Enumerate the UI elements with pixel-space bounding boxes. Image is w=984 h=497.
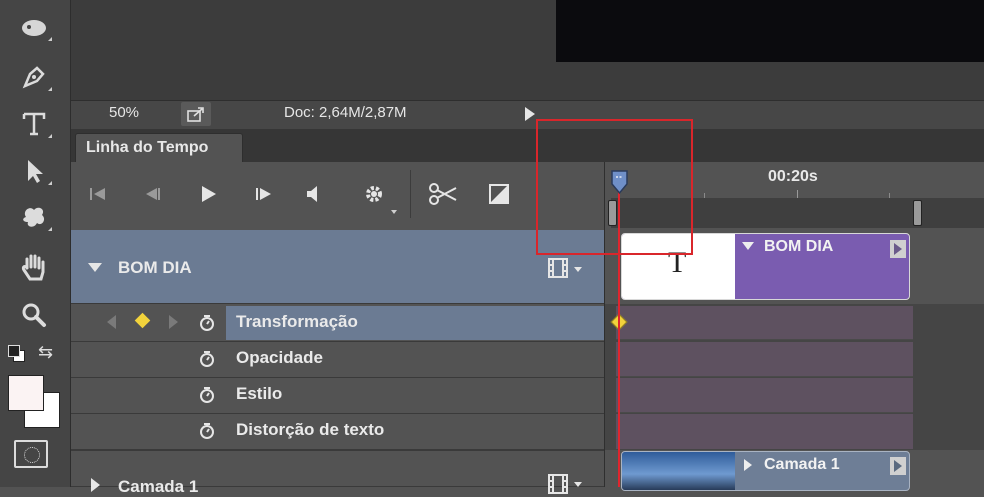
layer-row-camada-1[interactable]: Camada 1 <box>71 450 604 496</box>
document-size: Doc: 2,64M/2,87M <box>284 104 407 121</box>
zoom-level[interactable]: 50% <box>109 104 139 121</box>
split-at-playhead-button[interactable] <box>428 182 458 206</box>
history-brush-icon <box>22 20 46 36</box>
property-row-opacidade[interactable]: Opacidade <box>71 342 604 378</box>
stopwatch-icon[interactable] <box>198 314 216 332</box>
layer-row-bom-dia[interactable]: BOM DIA <box>71 230 604 304</box>
clip-menu-icon <box>894 243 902 255</box>
transition-button[interactable] <box>487 182 511 206</box>
property-label: Distorção de texto <box>236 420 385 439</box>
hand-tool[interactable] <box>14 250 54 284</box>
film-dropdown-icon[interactable] <box>574 482 582 487</box>
settings-dropdown-icon[interactable] <box>391 210 397 214</box>
property-row-transformacao[interactable]: Transformação <box>71 304 604 342</box>
track-distorcao[interactable] <box>616 414 913 449</box>
shape-splat-icon <box>23 207 45 227</box>
magnifier-icon <box>22 303 46 327</box>
first-frame-icon <box>90 188 105 200</box>
clip-camada-1[interactable]: Camada 1 <box>621 451 910 491</box>
hand-icon <box>21 254 45 281</box>
path-selection-tool[interactable] <box>14 154 54 188</box>
ruler-tick <box>889 193 890 198</box>
stopwatch-icon[interactable] <box>198 350 216 368</box>
layer-name: Camada 1 <box>118 477 199 496</box>
previous-keyframe-icon[interactable] <box>107 315 116 329</box>
previous-frame-button[interactable] <box>140 182 164 206</box>
next-frame-button[interactable] <box>252 182 276 206</box>
track-estilo[interactable] <box>616 378 913 413</box>
time-label: 00:20s <box>768 168 818 185</box>
clip-label: BOM DIA <box>764 238 834 255</box>
tab-timeline-label: Linha do Tempo <box>86 139 209 156</box>
scissors-icon <box>429 183 457 205</box>
quick-mask-button[interactable] <box>14 440 48 468</box>
annotation-highlight-box <box>536 119 693 255</box>
property-label: Transformação <box>236 312 358 331</box>
track-transformacao[interactable] <box>616 306 913 340</box>
clip-expand-icon[interactable] <box>742 242 754 250</box>
play-icon <box>202 186 216 202</box>
transition-icon <box>489 184 509 204</box>
quick-mask-icon <box>24 447 40 463</box>
mute-audio-button[interactable] <box>302 182 326 206</box>
film-dropdown-icon[interactable] <box>574 267 582 272</box>
type-tool[interactable] <box>14 107 54 141</box>
tools-panel: ⇆ <box>0 0 71 487</box>
swap-colors-icon[interactable]: ⇆ <box>38 342 60 362</box>
gear-icon <box>366 186 382 202</box>
type-icon <box>22 112 46 136</box>
pen-tool[interactable] <box>14 60 54 94</box>
export-button[interactable] <box>181 102 211 126</box>
ruler-tick <box>704 193 705 198</box>
stopwatch-icon[interactable] <box>198 386 216 404</box>
property-row-distorcao[interactable]: Distorção de texto <box>71 414 604 450</box>
playback-settings-button[interactable] <box>362 182 386 206</box>
next-keyframe-icon[interactable] <box>169 315 178 329</box>
status-bar: 50% Doc: 2,64M/2,87M <box>71 100 984 130</box>
go-to-first-frame-button[interactable] <box>86 182 110 206</box>
track-opacidade[interactable] <box>616 342 913 377</box>
history-brush-tool[interactable] <box>14 10 54 44</box>
film-strip-icon[interactable] <box>547 257 569 279</box>
keyframe-diamond-icon[interactable] <box>134 312 151 329</box>
clip-menu-button[interactable] <box>890 240 906 258</box>
tab-timeline[interactable]: Linha do Tempo <box>75 133 243 162</box>
play-button[interactable] <box>196 182 220 206</box>
zoom-tool[interactable] <box>14 298 54 332</box>
export-icon <box>187 107 204 122</box>
expand-triangle-icon[interactable] <box>88 263 102 272</box>
clip-menu-button[interactable] <box>890 457 906 475</box>
clip-label: Camada 1 <box>764 456 840 473</box>
previous-frame-icon <box>146 188 160 200</box>
default-colors-icon[interactable] <box>7 344 27 362</box>
property-label: Opacidade <box>236 348 323 367</box>
controls-divider <box>410 170 411 218</box>
arrow-pointer-icon <box>28 160 43 183</box>
property-row-estilo[interactable]: Estilo <box>71 378 604 414</box>
work-area-end-handle[interactable] <box>913 200 922 226</box>
speaker-icon <box>307 186 317 202</box>
property-label: Estilo <box>236 384 283 403</box>
ruler-tick <box>797 190 798 198</box>
layer-name: BOM DIA <box>118 258 192 277</box>
clip-expand-icon[interactable] <box>744 459 752 471</box>
clip-menu-icon <box>894 460 902 472</box>
stopwatch-icon[interactable] <box>198 422 216 440</box>
foreground-color-swatch[interactable] <box>8 375 44 411</box>
status-menu-arrow-icon[interactable] <box>525 107 535 121</box>
custom-shape-tool[interactable] <box>14 200 54 234</box>
collapse-triangle-icon[interactable] <box>91 478 100 492</box>
canvas-preview <box>556 0 984 62</box>
next-frame-icon <box>256 188 271 200</box>
clip-thumbnail <box>622 452 735 490</box>
pen-icon <box>22 66 45 89</box>
film-strip-icon[interactable] <box>547 473 569 495</box>
